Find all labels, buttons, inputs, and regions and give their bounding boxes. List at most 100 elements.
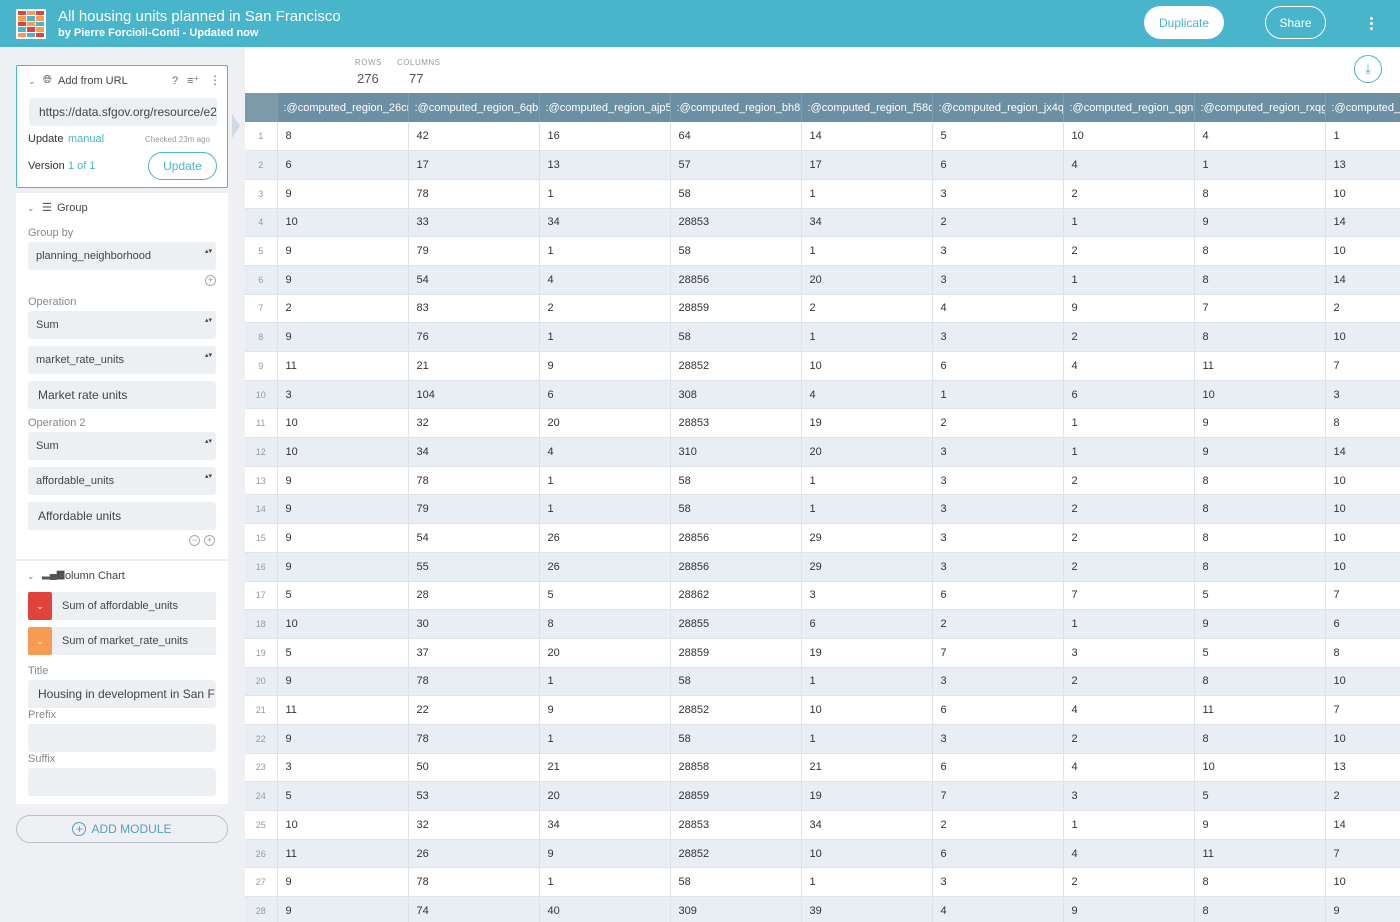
table-cell[interactable]: 2 [1063,867,1195,898]
table-cell[interactable]: 50 [408,753,540,783]
table-cell[interactable]: 9 [1194,408,1326,439]
table-cell[interactable]: 5 [277,781,409,811]
help-icon[interactable]: ? [172,75,178,87]
module-group[interactable]: ⌄ ☰ Group Group by planning_neighborhood… [16,193,228,559]
add-operation-icon[interactable]: + [204,535,215,546]
version-link[interactable]: 1 of 1 [68,160,96,172]
table-cell[interactable]: 7 [1325,581,1400,611]
table-cell[interactable]: 5 [539,581,671,611]
table-cell[interactable]: 1 [539,667,671,697]
table-cell[interactable]: 9 [1194,208,1326,238]
table-cell[interactable]: 10 [277,437,409,467]
table-cell[interactable]: 9 [277,867,409,898]
table-cell[interactable]: 1 [801,667,933,697]
table-cell[interactable]: 1 [1325,122,1400,152]
table-cell[interactable]: 11 [1194,695,1326,725]
table-cell[interactable]: 10 [801,351,933,381]
table-cell[interactable]: 3 [932,236,1064,266]
table-cell[interactable]: 55 [408,552,540,582]
table-cell[interactable]: 14 [801,122,933,152]
table-cell[interactable]: 6 [932,753,1064,783]
table-cell[interactable]: 9 [277,494,409,525]
table-cell[interactable]: 9 [277,179,409,209]
table-cell[interactable]: 8 [1194,179,1326,209]
table-cell[interactable]: 10 [1325,494,1400,525]
table-cell[interactable]: 54 [408,523,540,553]
table-cell[interactable]: 9 [277,322,409,352]
table-cell[interactable]: 10 [1325,667,1400,697]
table-cell[interactable]: 40 [539,896,671,922]
table-cell[interactable]: 26 [539,523,671,553]
table-cell[interactable]: 20 [801,265,933,295]
table-cell[interactable]: 54 [408,265,540,295]
table-cell[interactable]: 8 [1194,552,1326,582]
table-cell[interactable]: 10 [1325,236,1400,266]
table-cell[interactable]: 7 [932,638,1064,668]
collapse-chevron-icon[interactable]: ⌄ [28,76,36,87]
table-cell[interactable]: 28858 [670,753,802,783]
table-cell[interactable]: 3 [801,581,933,611]
table-cell[interactable]: 6 [932,839,1064,869]
module-add-from-url[interactable]: ⌄ 🌐︎ Add from URL ? ≡⁺ ⋮ https://data.sf… [16,65,228,188]
table-cell[interactable]: 4 [539,265,671,295]
table-cell[interactable]: 20 [539,638,671,668]
table-cell[interactable]: 10 [1063,122,1195,152]
prefix-input[interactable] [28,724,216,752]
table-cell[interactable]: 16 [539,122,671,152]
operation-select[interactable]: Sum [28,311,216,339]
table-cell[interactable]: 3 [932,667,1064,697]
table-cell[interactable]: 34 [539,208,671,238]
table-cell[interactable]: 8 [1325,638,1400,668]
table-cell[interactable]: 79 [408,236,540,266]
table-cell[interactable]: 33 [408,208,540,238]
table-cell[interactable]: 2 [932,208,1064,238]
column-header[interactable]: :@computed_region_f58d_8 [801,93,933,122]
table-cell[interactable]: 3 [932,552,1064,582]
table-cell[interactable]: 2 [1063,236,1195,266]
table-cell[interactable]: 2 [539,294,671,324]
table-cell[interactable]: 17 [801,150,933,180]
table-cell[interactable]: 14 [1325,437,1400,467]
table-cell[interactable]: 3 [277,380,409,410]
table-cell[interactable]: 29 [801,552,933,582]
table-cell[interactable]: 57 [670,150,802,180]
table-cell[interactable]: 3 [932,523,1064,553]
table-cell[interactable]: 11 [1194,839,1326,869]
table-cell[interactable]: 2 [932,609,1064,639]
column-header[interactable]: :@computed_region_jx4q_fi [932,93,1064,122]
table-cell[interactable]: 1 [932,380,1064,410]
table-cell[interactable]: 9 [1194,609,1326,639]
table-cell[interactable]: 9 [277,724,409,754]
table-cell[interactable]: 9 [277,667,409,697]
table-cell[interactable]: 8 [1194,466,1326,496]
table-cell[interactable]: 14 [1325,810,1400,840]
table-cell[interactable]: 8 [539,609,671,639]
table-cell[interactable]: 34 [801,208,933,238]
operation2-output-input[interactable]: Affordable units [28,502,216,530]
table-cell[interactable]: 19 [801,638,933,668]
table-cell[interactable]: 10 [1325,724,1400,754]
table-cell[interactable]: 8 [1194,236,1326,266]
table-cell[interactable]: 10 [1325,322,1400,352]
data-grid[interactable]: :@computed_region_26cr_c:@computed_regio… [245,93,1400,922]
table-cell[interactable]: 34 [801,810,933,840]
update-button[interactable]: Update [148,152,217,180]
table-cell[interactable]: 28852 [670,351,802,381]
table-cell[interactable]: 2 [1063,523,1195,553]
table-cell[interactable]: 1 [801,236,933,266]
table-cell[interactable]: 9 [539,695,671,725]
table-cell[interactable]: 2 [1063,667,1195,697]
table-cell[interactable]: 6 [932,150,1064,180]
table-cell[interactable]: 28859 [670,294,802,324]
table-cell[interactable]: 64 [670,122,802,152]
update-mode-link[interactable]: manual [68,133,104,145]
table-cell[interactable]: 20 [539,781,671,811]
column-header[interactable]: :@computed_re [1325,93,1400,122]
table-cell[interactable]: 11 [277,839,409,869]
table-cell[interactable]: 6 [1063,380,1195,410]
chart-title-input[interactable]: Housing in development in San F [28,680,216,708]
workflow-title[interactable]: All housing units planned in San Francis… [58,8,341,25]
operation-output-input[interactable]: Market rate units [28,381,216,409]
table-cell[interactable]: 28856 [670,265,802,295]
table-cell[interactable]: 28855 [670,609,802,639]
